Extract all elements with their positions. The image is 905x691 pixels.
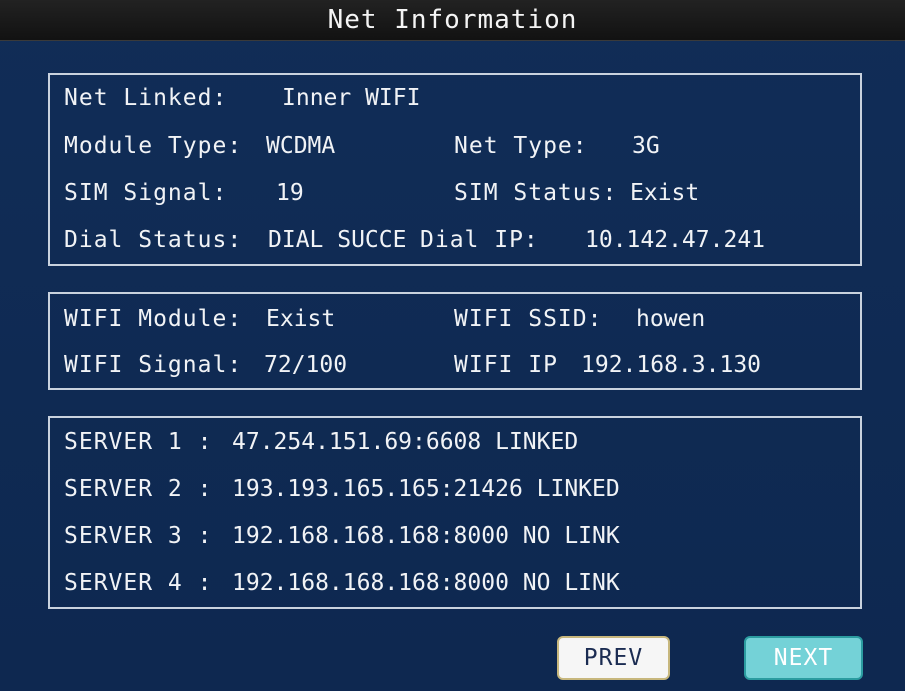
server-row: SERVER 4 : 192.168.168.168:8000 NO LINK xyxy=(50,566,860,600)
wifi-signal-row: WIFI Signal: 72/100 WIFI IP 192.168.3.13… xyxy=(50,348,860,382)
wifi-module-label: WIFI Module: xyxy=(64,306,243,332)
wifi-module-value: Exist xyxy=(266,306,336,332)
server-value: 192.168.168.168:8000 NO LINK xyxy=(232,570,620,596)
sim-row: SIM Signal: 19 SIM Status: Exist xyxy=(50,176,860,210)
wifi-signal-label: WIFI Signal: xyxy=(64,352,243,378)
net-type-value: 3G xyxy=(632,133,660,159)
title-bar: Net Information xyxy=(0,0,905,41)
sim-status-value: Exist xyxy=(630,180,700,206)
dial-ip-value: 10.142.47.241 xyxy=(585,227,766,253)
server-row: SERVER 1 : 47.254.151.69:6608 LINKED xyxy=(50,425,860,459)
next-button[interactable]: NEXT xyxy=(744,636,863,680)
dial-ip-label: Dial IP: xyxy=(420,227,539,253)
dial-status-label: Dial Status: xyxy=(64,227,243,253)
wifi-ssid-value: howen xyxy=(636,306,706,332)
server-label: SERVER 3 : xyxy=(64,523,213,549)
server-label: SERVER 1 : xyxy=(64,429,213,455)
network-panel: Net Linked: Inner WIFI Module Type: WCDM… xyxy=(48,73,862,266)
server-value: 192.168.168.168:8000 NO LINK xyxy=(232,523,620,549)
page-title: Net Information xyxy=(327,5,578,35)
sim-signal-value: 19 xyxy=(276,180,304,206)
sim-signal-label: SIM Signal: xyxy=(64,180,228,206)
prev-button[interactable]: PREV xyxy=(557,636,670,680)
wifi-module-row: WIFI Module: Exist WIFI SSID: howen xyxy=(50,302,860,336)
wifi-ip-label: WIFI IP xyxy=(454,352,558,378)
net-information-screen: Net Information Net Linked: Inner WIFI M… xyxy=(0,0,905,691)
net-linked-value: Inner WIFI xyxy=(282,85,421,111)
dial-row: Dial Status: DIAL SUCCE Dial IP: 10.142.… xyxy=(50,223,860,257)
net-type-label: Net Type: xyxy=(454,133,588,159)
module-type-value: WCDMA xyxy=(266,133,336,159)
module-type-label: Module Type: xyxy=(64,133,243,159)
net-linked-label: Net Linked: xyxy=(64,85,228,111)
wifi-panel: WIFI Module: Exist WIFI SSID: howen WIFI… xyxy=(48,292,862,390)
wifi-signal-value: 72/100 xyxy=(264,352,348,378)
module-type-row: Module Type: WCDMA Net Type: 3G xyxy=(50,129,860,163)
server-label: SERVER 4 : xyxy=(64,570,213,596)
dial-status-value: DIAL SUCCE xyxy=(268,227,407,253)
wifi-ip-value: 192.168.3.130 xyxy=(581,352,762,378)
server-label: SERVER 2 : xyxy=(64,476,213,502)
server-value: 47.254.151.69:6608 LINKED xyxy=(232,429,579,455)
net-linked-row: Net Linked: Inner WIFI xyxy=(50,81,860,115)
server-value: 193.193.165.165:21426 LINKED xyxy=(232,476,620,502)
sim-status-label: SIM Status: xyxy=(454,180,618,206)
server-row: SERVER 3 : 192.168.168.168:8000 NO LINK xyxy=(50,519,860,553)
wifi-ssid-label: WIFI SSID: xyxy=(454,306,603,332)
servers-panel: SERVER 1 : 47.254.151.69:6608 LINKED SER… xyxy=(48,416,862,609)
server-row: SERVER 2 : 193.193.165.165:21426 LINKED xyxy=(50,472,860,506)
